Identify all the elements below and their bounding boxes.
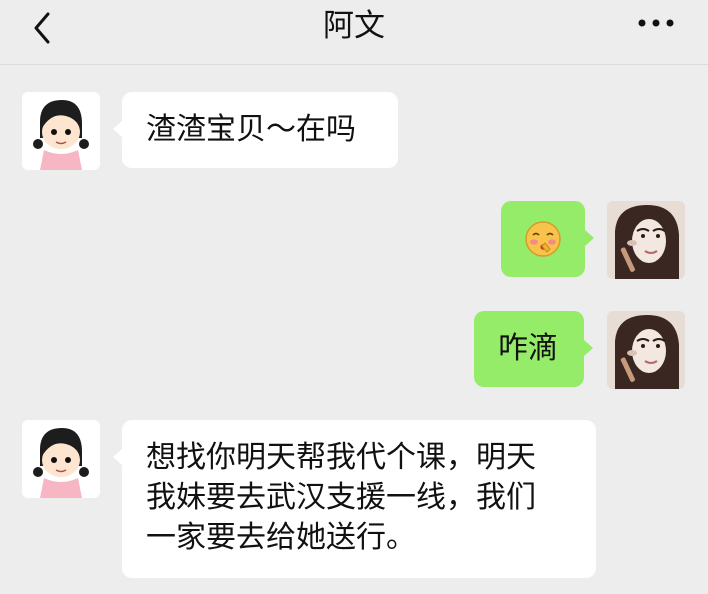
more-dots-icon[interactable] <box>628 8 684 38</box>
cartoon-girl-avatar-icon <box>22 92 100 170</box>
chat-header: 阿文 <box>0 0 708 65</box>
message-text: 渣渣宝贝～在吗 <box>146 112 356 147</box>
contact-avatar[interactable] <box>22 92 100 170</box>
cartoon-girl-avatar-icon <box>22 420 100 498</box>
chat-title: 阿文 <box>323 8 385 44</box>
message-bubble-left[interactable]: 渣渣宝贝～在吗 <box>113 92 398 168</box>
message-text: 想找你明天帮我代个课，明天 我妹要去武汉支援一线，我们 一家要去给她送行。 <box>146 440 536 555</box>
message-bubble-right[interactable]: 咋滴 <box>474 311 593 387</box>
self-avatar[interactable] <box>607 201 685 279</box>
self-avatar[interactable] <box>607 311 685 389</box>
message-bubble-left[interactable]: 想找你明天帮我代个课，明天 我妹要去武汉支援一线，我们 一家要去给她送行。 <box>113 420 596 578</box>
blushing-shush-emoji-icon <box>525 221 561 257</box>
user-photo-avatar-icon <box>607 201 685 279</box>
message-text: 咋滴 <box>498 331 558 366</box>
contact-avatar[interactable] <box>22 420 100 498</box>
message-bubble-right[interactable] <box>501 201 594 277</box>
user-photo-avatar-icon <box>607 311 685 389</box>
